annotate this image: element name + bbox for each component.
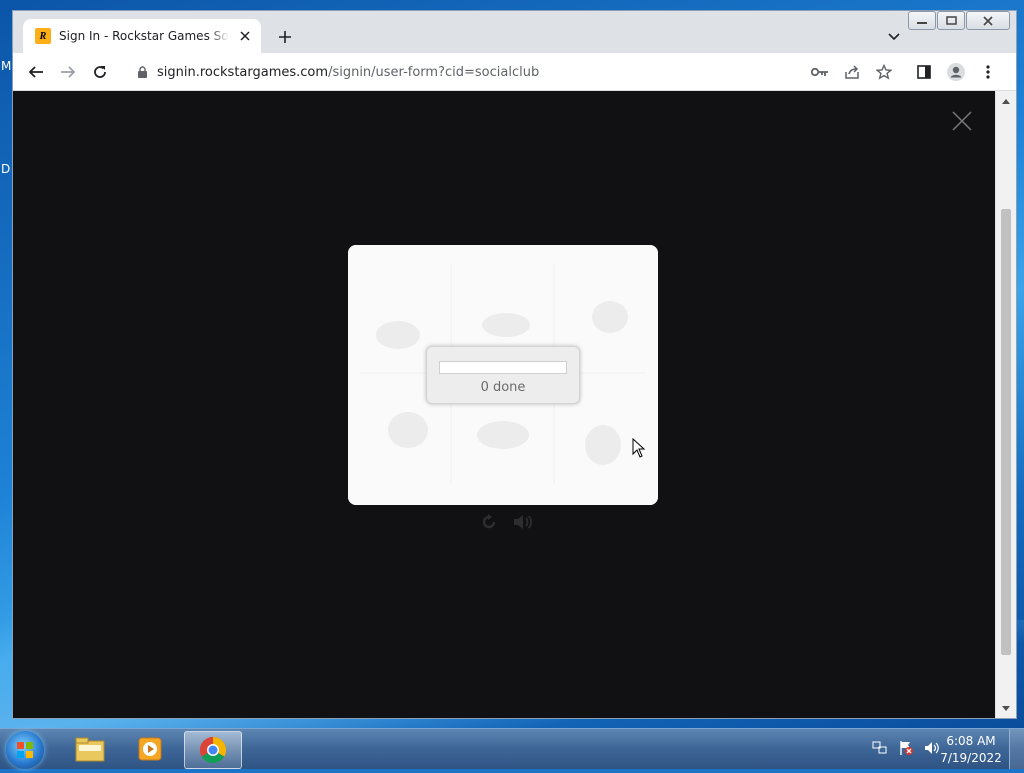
taskbar-clock[interactable]: 6:08 AM 7/19/2022 (940, 733, 1002, 767)
volume-icon[interactable] (924, 740, 940, 756)
taskbar: 6:08 AM 7/19/2022 (0, 728, 1024, 769)
refresh-icon (482, 514, 496, 529)
url-path: /signin/user-form?cid=socialclub (328, 64, 540, 80)
scrollbar-thumb[interactable] (1001, 209, 1011, 655)
tab-close-button[interactable] (237, 28, 253, 44)
star-icon (876, 64, 892, 80)
start-button[interactable] (6, 731, 44, 769)
scroll-down-button[interactable] (996, 700, 1016, 716)
triangle-down-icon (1002, 705, 1010, 711)
close-icon (240, 31, 250, 41)
back-button[interactable] (25, 61, 47, 83)
desktop-icon-label-d[interactable]: D (1, 162, 10, 176)
overlay-close-button[interactable] (949, 108, 975, 134)
captcha-reload-button[interactable] (479, 513, 499, 531)
loading-progress-box: 0 done (426, 346, 580, 404)
network-icon[interactable] (872, 740, 888, 756)
windows-logo-icon (17, 742, 33, 758)
tab-title: Sign In - Rockstar Games Social Club (59, 29, 229, 43)
profile-button[interactable] (945, 61, 967, 83)
key-icon (811, 67, 828, 77)
rockstar-favicon-icon: R (35, 28, 51, 44)
plus-icon (279, 31, 291, 43)
arrow-left-icon (28, 66, 43, 78)
reload-icon (94, 66, 106, 78)
page-viewport: 0 done (13, 91, 995, 718)
taskbar-chrome[interactable] (184, 731, 242, 769)
side-panel-button[interactable] (913, 61, 935, 83)
chrome-icon (199, 736, 227, 764)
avatar-icon (947, 63, 965, 81)
scroll-up-button[interactable] (996, 93, 1016, 109)
share-icon (845, 65, 859, 79)
captcha-challenge[interactable]: 0 done (348, 245, 658, 505)
show-desktop-button[interactable] (1009, 729, 1024, 769)
progress-bar (439, 361, 567, 374)
bookmark-button[interactable] (873, 61, 895, 83)
clock-time: 6:08 AM (946, 734, 996, 748)
tab-sign-in[interactable]: R Sign In - Rockstar Games Social Club (23, 19, 261, 53)
tab-search-button[interactable] (884, 27, 904, 47)
side-panel-icon (917, 65, 931, 79)
captcha-tools (479, 513, 533, 531)
folder-icon (75, 737, 105, 762)
chevron-down-icon (888, 33, 900, 41)
share-button[interactable] (841, 61, 863, 83)
taskbar-explorer[interactable] (62, 731, 118, 767)
taskbar-media-player[interactable] (122, 731, 178, 767)
action-center-flag-icon[interactable] (898, 740, 914, 756)
vertical-scrollbar[interactable] (996, 91, 1016, 718)
arrow-right-icon (61, 66, 76, 78)
menu-button[interactable] (977, 61, 999, 83)
tab-strip: R Sign In - Rockstar Games Social Club (13, 11, 1016, 53)
browser-toolbar: signin.rockstargames.com/signin/user-for… (13, 53, 1016, 91)
triangle-up-icon (1002, 98, 1010, 104)
reload-button[interactable] (89, 61, 111, 83)
clock-date: 7/19/2022 (940, 751, 1002, 765)
address-bar[interactable]: signin.rockstargames.com/signin/user-for… (125, 57, 845, 87)
close-icon (952, 111, 972, 131)
browser-window: R Sign In - Rockstar Games Social Club (12, 10, 1017, 719)
desktop-icon-label-m[interactable]: M (1, 59, 11, 73)
captcha-audio-button[interactable] (513, 513, 533, 531)
password-key-button[interactable] (809, 61, 831, 83)
url-text[interactable]: signin.rockstargames.com/signin/user-for… (157, 65, 539, 80)
url-host: signin.rockstargames.com (157, 64, 329, 80)
forward-button[interactable] (57, 61, 79, 83)
mouse-pointer-icon (632, 438, 646, 458)
speaker-icon (514, 515, 533, 529)
lock-icon[interactable] (135, 65, 149, 79)
system-tray (872, 740, 940, 756)
media-player-icon (138, 737, 162, 761)
kebab-menu-icon (986, 65, 990, 79)
new-tab-button[interactable] (275, 27, 295, 47)
progress-text: 0 done (480, 380, 526, 395)
